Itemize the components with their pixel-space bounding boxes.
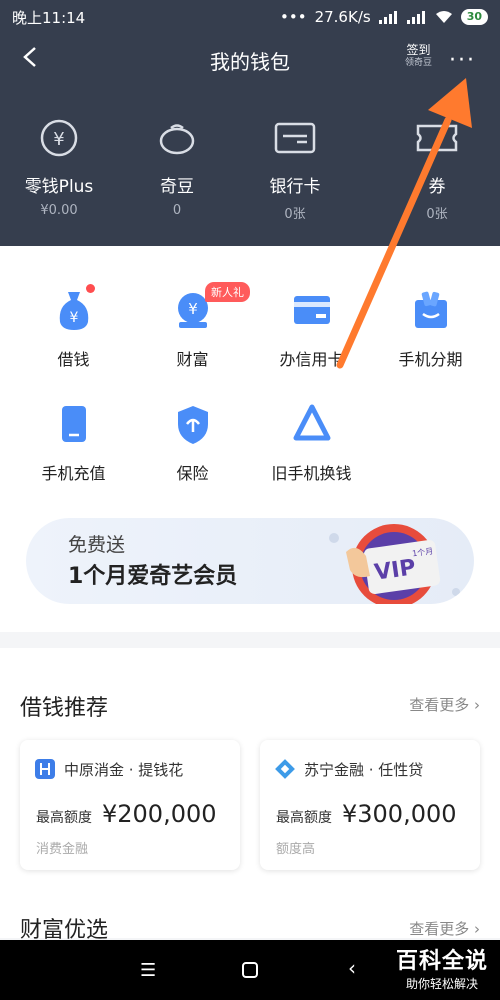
watermark: 百科全说 助你轻松解决 xyxy=(396,943,488,992)
watermark-title: 百科全说 xyxy=(395,949,488,974)
menu-icon[interactable]: ☰ xyxy=(140,960,156,981)
watermark-subtitle: 助你轻松解决 xyxy=(405,977,478,991)
annotation-arrow xyxy=(336,78,472,369)
back-nav-icon[interactable]: ‹ xyxy=(348,956,356,980)
home-icon[interactable] xyxy=(242,962,258,978)
